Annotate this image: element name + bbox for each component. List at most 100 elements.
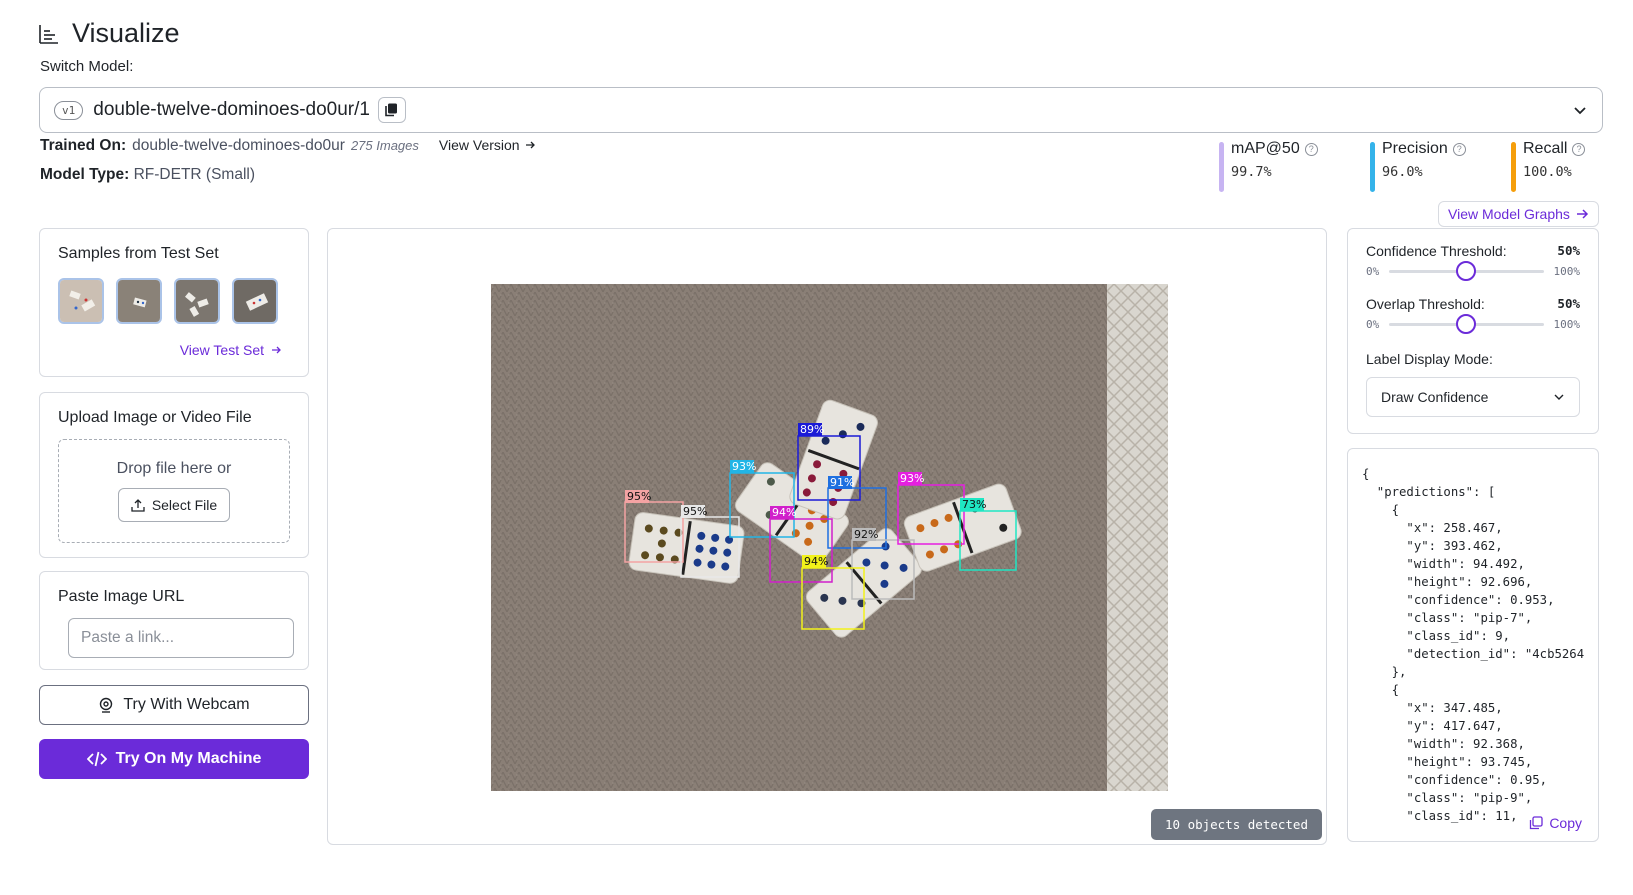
- help-icon[interactable]: ?: [1452, 142, 1466, 156]
- version-pill: v1: [54, 100, 84, 120]
- switch-model-label: Switch Model:: [40, 58, 134, 75]
- copy-model-id-button[interactable]: [377, 97, 406, 123]
- view-version-link[interactable]: View Version: [439, 137, 536, 153]
- samples-title: Samples from Test Set: [58, 245, 219, 262]
- image-url-input[interactable]: [68, 618, 294, 658]
- box-label: 95%: [627, 490, 651, 503]
- controls-card: Confidence Threshold: 50% 0% 100% Overla…: [1347, 228, 1599, 434]
- box-label: 73%: [962, 498, 986, 511]
- metric-value: 96.0%: [1382, 164, 1423, 180]
- metric-label: Precision: [1382, 140, 1448, 157]
- slider-max: 100%: [1553, 318, 1581, 331]
- drop-text: Drop file here or: [116, 460, 232, 477]
- metric-recall: Recall? 100.0%: [1511, 140, 1586, 192]
- select-file-button[interactable]: Select File: [117, 488, 231, 522]
- select-file-label: Select File: [151, 497, 218, 513]
- view-test-set-label: View Test Set: [179, 342, 264, 358]
- sample-thumbnail[interactable]: [232, 278, 278, 324]
- box-label: 93%: [732, 460, 756, 473]
- objects-detected-badge: 10 objects detected: [1151, 809, 1322, 840]
- copy-json-label: Copy: [1549, 815, 1582, 831]
- upload-icon: [131, 499, 145, 512]
- copy-icon: [385, 103, 398, 117]
- chevron-down-icon: [1574, 107, 1586, 115]
- trained-on-row: Trained On: double-twelve-dominoes-do0ur…: [40, 137, 536, 155]
- sample-thumbnail[interactable]: [174, 278, 220, 324]
- inference-image: 95% 95% 93% 89% 91% 94% 92% 94% 93% 73%: [491, 284, 1168, 791]
- slider-thumb[interactable]: [1456, 261, 1477, 281]
- try-webcam-label: Try With Webcam: [123, 696, 250, 713]
- model-selector[interactable]: v1 double-twelve-dominoes-do0ur/1: [39, 87, 1603, 133]
- box-label: 91%: [830, 476, 854, 489]
- paste-url-card: Paste Image URL: [39, 571, 309, 670]
- box-label: 94%: [772, 506, 796, 519]
- box-label: 89%: [800, 423, 824, 436]
- view-version-label: View Version: [438, 137, 520, 153]
- file-dropzone[interactable]: Drop file here or Select File: [58, 439, 290, 543]
- slider-min: 0%: [1366, 318, 1380, 331]
- metric-bar: [1219, 142, 1224, 192]
- paste-url-title: Paste Image URL: [58, 588, 185, 605]
- metric-value: 99.7%: [1231, 164, 1272, 180]
- page-title: Visualize: [72, 18, 180, 48]
- box-label: 95%: [683, 505, 707, 518]
- try-webcam-button[interactable]: Try With Webcam: [39, 685, 309, 725]
- view-model-graphs-label: View Model Graphs: [1448, 206, 1570, 222]
- box-label: 92%: [854, 528, 878, 541]
- model-type-row: Model Type: RF-DETR (Small): [40, 166, 255, 184]
- image-viewer: 95% 95% 93% 89% 91% 94% 92% 94% 93% 73% …: [327, 228, 1327, 845]
- bar-chart-icon: [39, 24, 58, 44]
- chevron-down-icon: [1554, 394, 1564, 400]
- overlap-label: Overlap Threshold:: [1366, 296, 1485, 312]
- metric-bar: [1370, 142, 1375, 192]
- sample-thumbnail[interactable]: [116, 278, 162, 324]
- upload-card: Upload Image or Video File Drop file her…: [39, 392, 309, 558]
- copy-icon: [1530, 816, 1543, 830]
- image-count: 275 Images: [350, 138, 419, 153]
- slider-thumb[interactable]: [1456, 314, 1477, 334]
- arrow-right-icon: [525, 141, 535, 149]
- confidence-slider[interactable]: [1389, 261, 1544, 281]
- sample-thumbnail[interactable]: [58, 278, 104, 324]
- json-output: { "predictions": [ { "x": 258.467, "y": …: [1362, 467, 1584, 823]
- page-header: Visualize: [38, 18, 180, 49]
- model-name: double-twelve-dominoes-do0ur/1: [93, 99, 370, 120]
- copy-json-button[interactable]: Copy: [1525, 813, 1586, 833]
- slider-max: 100%: [1553, 265, 1581, 278]
- overlap-value: 50%: [1557, 296, 1580, 311]
- label-mode-select[interactable]: Draw Confidence: [1366, 377, 1580, 417]
- view-model-graphs-button[interactable]: View Model Graphs: [1438, 201, 1599, 227]
- samples-card: Samples from Test Set View Test Set: [39, 228, 309, 377]
- inference-canvas: 95% 95% 93% 89% 91% 94% 92% 94% 93% 73%: [491, 284, 1168, 791]
- metric-map50: mAP@50? 99.7%: [1219, 140, 1318, 192]
- code-icon: [86, 751, 107, 767]
- upload-title: Upload Image or Video File: [58, 409, 252, 426]
- try-on-machine-label: Try On My Machine: [115, 750, 262, 767]
- metric-label: mAP@50: [1231, 140, 1300, 157]
- trained-on-label: Trained On:: [40, 137, 127, 154]
- arrow-right-icon: [1576, 209, 1588, 219]
- model-type-label: Model Type:: [40, 166, 130, 183]
- box-label: 94%: [804, 555, 828, 568]
- confidence-value: 50%: [1557, 243, 1580, 258]
- label-mode-value: Draw Confidence: [1381, 389, 1489, 405]
- sample-thumbnails: [58, 278, 290, 324]
- metric-precision: Precision? 96.0%: [1370, 140, 1466, 192]
- try-on-machine-button[interactable]: Try On My Machine: [39, 739, 309, 779]
- metric-value: 100.0%: [1523, 164, 1572, 180]
- view-test-set-link[interactable]: View Test Set: [180, 342, 282, 358]
- help-icon[interactable]: ?: [1304, 142, 1318, 156]
- model-type-value: RF-DETR (Small): [133, 166, 255, 183]
- label-mode-label: Label Display Mode:: [1366, 351, 1493, 367]
- json-output-card: { "predictions": [ { "x": 258.467, "y": …: [1347, 448, 1599, 842]
- metric-label: Recall: [1523, 140, 1568, 157]
- overlap-slider[interactable]: [1389, 314, 1544, 334]
- help-icon[interactable]: ?: [1572, 142, 1586, 156]
- metric-bar: [1511, 142, 1516, 192]
- box-label: 93%: [900, 472, 924, 485]
- arrow-right-icon: [272, 346, 281, 354]
- webcam-icon: [100, 697, 113, 713]
- slider-min: 0%: [1366, 265, 1380, 278]
- dataset-name: double-twelve-dominoes-do0ur: [132, 137, 345, 154]
- confidence-label: Confidence Threshold:: [1366, 243, 1507, 259]
